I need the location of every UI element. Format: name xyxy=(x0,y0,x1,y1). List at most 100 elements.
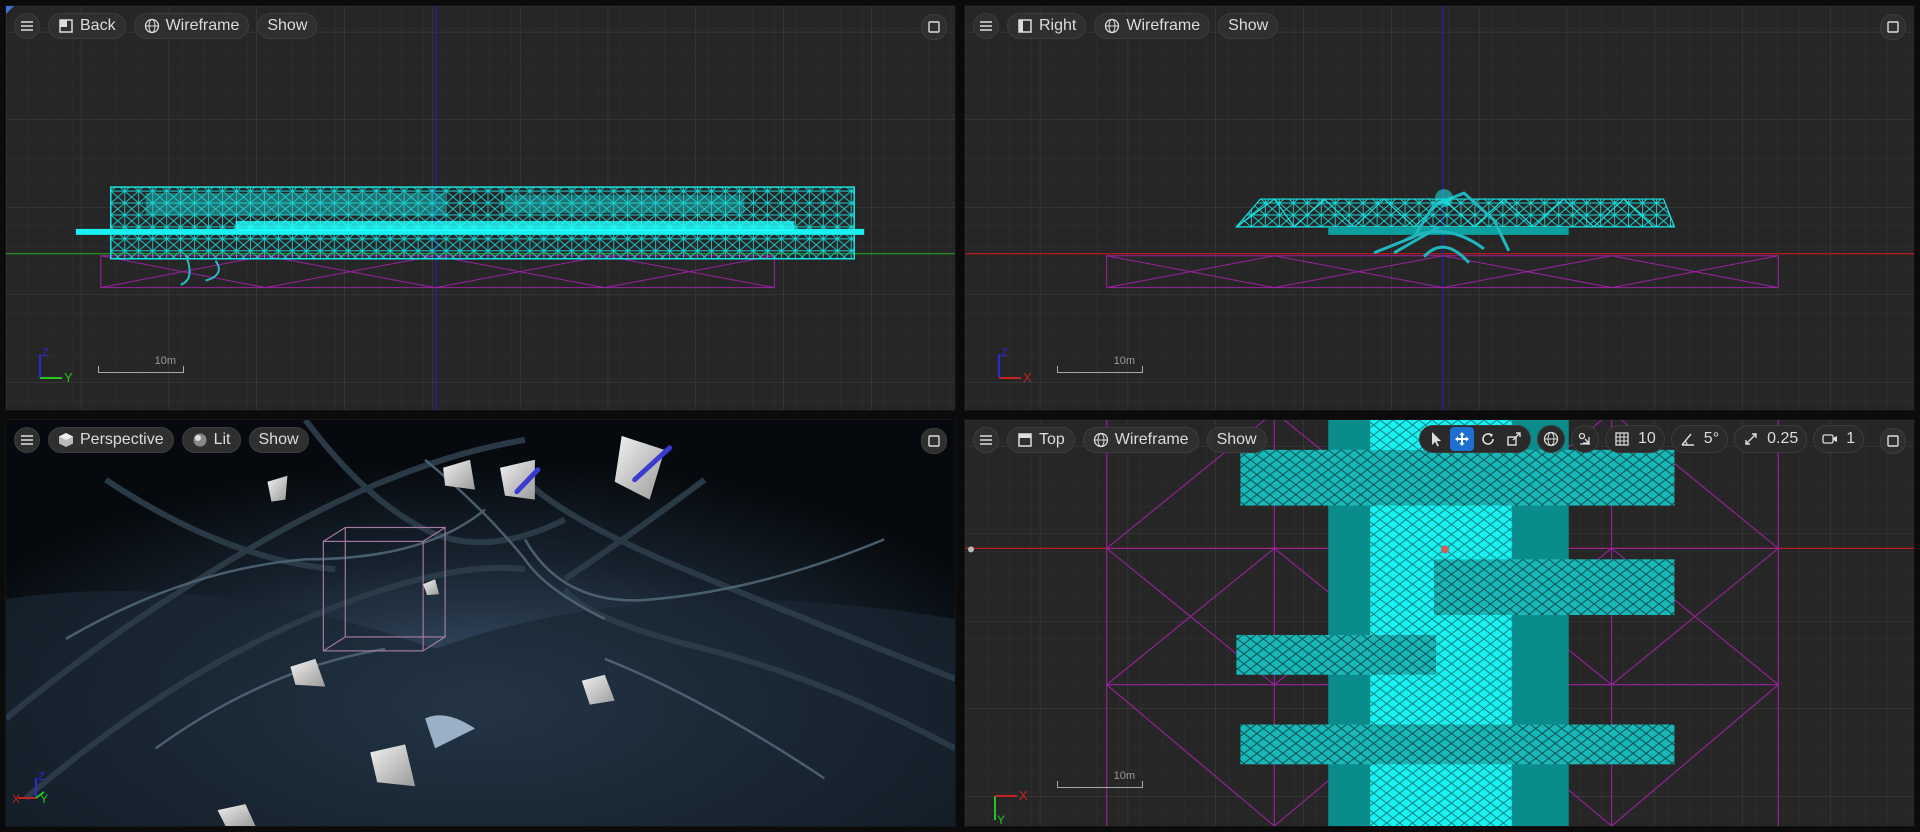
coordinate-space-toggle[interactable] xyxy=(1537,425,1565,453)
view-cube-icon xyxy=(59,19,73,33)
viewport-right-toolbar: Right Wireframe Show xyxy=(973,13,1279,39)
grid-icon xyxy=(1615,432,1629,446)
grid-snap-value[interactable]: 10 xyxy=(1636,430,1660,448)
scale-icon xyxy=(1507,432,1521,446)
maximize-icon xyxy=(928,435,940,447)
viewport-perspective-canvas[interactable] xyxy=(6,420,955,826)
view-mode-button[interactable]: Wireframe xyxy=(1082,427,1199,453)
viewport-options-button[interactable] xyxy=(973,427,999,453)
rotate-tool-button[interactable] xyxy=(1476,427,1500,451)
axis-x-label: X xyxy=(1019,788,1028,803)
active-viewport-marker xyxy=(6,6,14,14)
scale-snap-value[interactable]: 0.25 xyxy=(1765,430,1802,448)
scale-label: 10m xyxy=(154,355,176,367)
hamburger-icon xyxy=(980,435,992,445)
viewport-top[interactable]: Top Wireframe Show 10 5° 0.25 1 X Y 10m xyxy=(964,419,1915,827)
hamburger-icon xyxy=(21,435,33,445)
perspective-cube-icon xyxy=(59,433,73,447)
transform-snap-toolbar: 10 5° 0.25 1 xyxy=(1419,425,1865,453)
hamburger-icon xyxy=(980,21,992,31)
scale-bar: 10m xyxy=(98,355,184,373)
transform-tool-group xyxy=(1419,425,1531,453)
surface-snap-icon xyxy=(1578,432,1590,445)
view-type-label: Right xyxy=(1039,17,1077,34)
angle-icon xyxy=(1681,433,1694,446)
cursor-arrow-icon xyxy=(1432,432,1441,447)
view-mode-label: Wireframe xyxy=(1114,431,1189,448)
view-mode-button[interactable]: Lit xyxy=(181,427,241,453)
view-mode-button[interactable]: Wireframe xyxy=(1094,13,1211,39)
axis-y-label: Y xyxy=(997,813,1005,824)
grid-snap-group[interactable]: 10 xyxy=(1605,425,1665,453)
viewport-top-canvas[interactable] xyxy=(965,420,1914,826)
wireframe-sphere-icon xyxy=(1093,432,1108,448)
viewport-top-toolbar: Top Wireframe Show xyxy=(973,427,1267,453)
viewport-options-button[interactable] xyxy=(973,13,999,39)
viewport-back-canvas[interactable] xyxy=(6,6,955,410)
view-type-label: Top xyxy=(1039,431,1065,448)
camera-speed-button[interactable] xyxy=(1818,427,1842,451)
viewport-options-button[interactable] xyxy=(14,427,40,453)
show-flags-button[interactable]: Show xyxy=(1206,427,1267,453)
camera-speed-value[interactable]: 1 xyxy=(1844,430,1859,448)
translate-tool-button[interactable] xyxy=(1450,427,1474,451)
axis-z-label: Z xyxy=(38,771,45,783)
maximize-viewport-button[interactable] xyxy=(1880,428,1906,454)
show-label: Show xyxy=(258,431,299,448)
show-label: Show xyxy=(1216,431,1257,448)
surface-snap-toggle[interactable] xyxy=(1571,425,1599,453)
scale-snap-toggle[interactable] xyxy=(1739,427,1763,451)
maximize-icon xyxy=(1887,435,1899,447)
view-type-button[interactable]: Top xyxy=(1007,427,1075,453)
rotation-snap-value[interactable]: 5° xyxy=(1702,430,1723,448)
axis-gizmo: Z Y xyxy=(39,347,73,382)
view-type-label: Back xyxy=(80,17,116,34)
show-label: Show xyxy=(1228,17,1269,34)
view-type-button[interactable]: Back xyxy=(48,13,126,39)
lit-sphere-icon xyxy=(193,433,207,447)
wireframe-sphere-icon xyxy=(1105,18,1120,34)
show-flags-button[interactable]: Show xyxy=(1218,13,1279,39)
viewport-back-toolbar: Back Wireframe Show xyxy=(14,13,318,39)
view-cube-icon xyxy=(1018,433,1032,447)
axis-z-label: Z xyxy=(1001,347,1008,359)
view-mode-label: Wireframe xyxy=(1126,17,1201,34)
maximize-viewport-button[interactable] xyxy=(921,428,947,454)
view-mode-label: Lit xyxy=(213,431,231,448)
world-globe-icon xyxy=(1543,431,1559,447)
show-flags-button[interactable]: Show xyxy=(257,13,318,39)
scale-snap-group[interactable]: 0.25 xyxy=(1734,425,1808,453)
axis-gizmo: Z X xyxy=(998,347,1032,382)
view-type-label: Perspective xyxy=(80,431,164,448)
view-cube-icon xyxy=(1018,19,1032,33)
view-type-button[interactable]: Perspective xyxy=(48,427,174,453)
camera-icon xyxy=(1822,434,1838,444)
maximize-viewport-button[interactable] xyxy=(1880,14,1906,40)
viewport-perspective-toolbar: Perspective Lit Show xyxy=(14,427,309,453)
view-type-button[interactable]: Right xyxy=(1007,13,1087,39)
camera-speed-group[interactable]: 1 xyxy=(1813,425,1865,453)
scale-arrows-icon xyxy=(1745,433,1757,445)
scale-label: 10m xyxy=(1113,355,1135,367)
scale-tool-button[interactable] xyxy=(1502,427,1526,451)
rotation-snap-group[interactable]: 5° xyxy=(1670,425,1729,453)
show-flags-button[interactable]: Show xyxy=(248,427,309,453)
axis-x-label: X xyxy=(1023,370,1032,382)
axis-y-label: Y xyxy=(64,370,73,382)
axis-x-label: X xyxy=(12,792,20,804)
viewport-back[interactable]: Back Wireframe Show Z Y 10m xyxy=(5,5,956,411)
hamburger-icon xyxy=(21,21,33,31)
grid-snap-toggle[interactable] xyxy=(1610,427,1634,451)
view-mode-button[interactable]: Wireframe xyxy=(133,13,250,39)
rotate-icon xyxy=(1482,433,1494,445)
viewport-perspective[interactable]: Perspective Lit Show Z X Y xyxy=(5,419,956,827)
axis-gizmo: Z X Y xyxy=(12,771,48,804)
viewport-options-button[interactable] xyxy=(14,13,40,39)
viewport-right[interactable]: Right Wireframe Show Z X 10m xyxy=(964,5,1915,411)
select-tool-button[interactable] xyxy=(1424,427,1448,451)
rotation-snap-toggle[interactable] xyxy=(1676,427,1700,451)
axis-y-label: Y xyxy=(40,792,48,804)
maximize-viewport-button[interactable] xyxy=(921,14,947,40)
view-mode-label: Wireframe xyxy=(165,17,240,34)
viewport-right-canvas[interactable] xyxy=(965,6,1914,410)
